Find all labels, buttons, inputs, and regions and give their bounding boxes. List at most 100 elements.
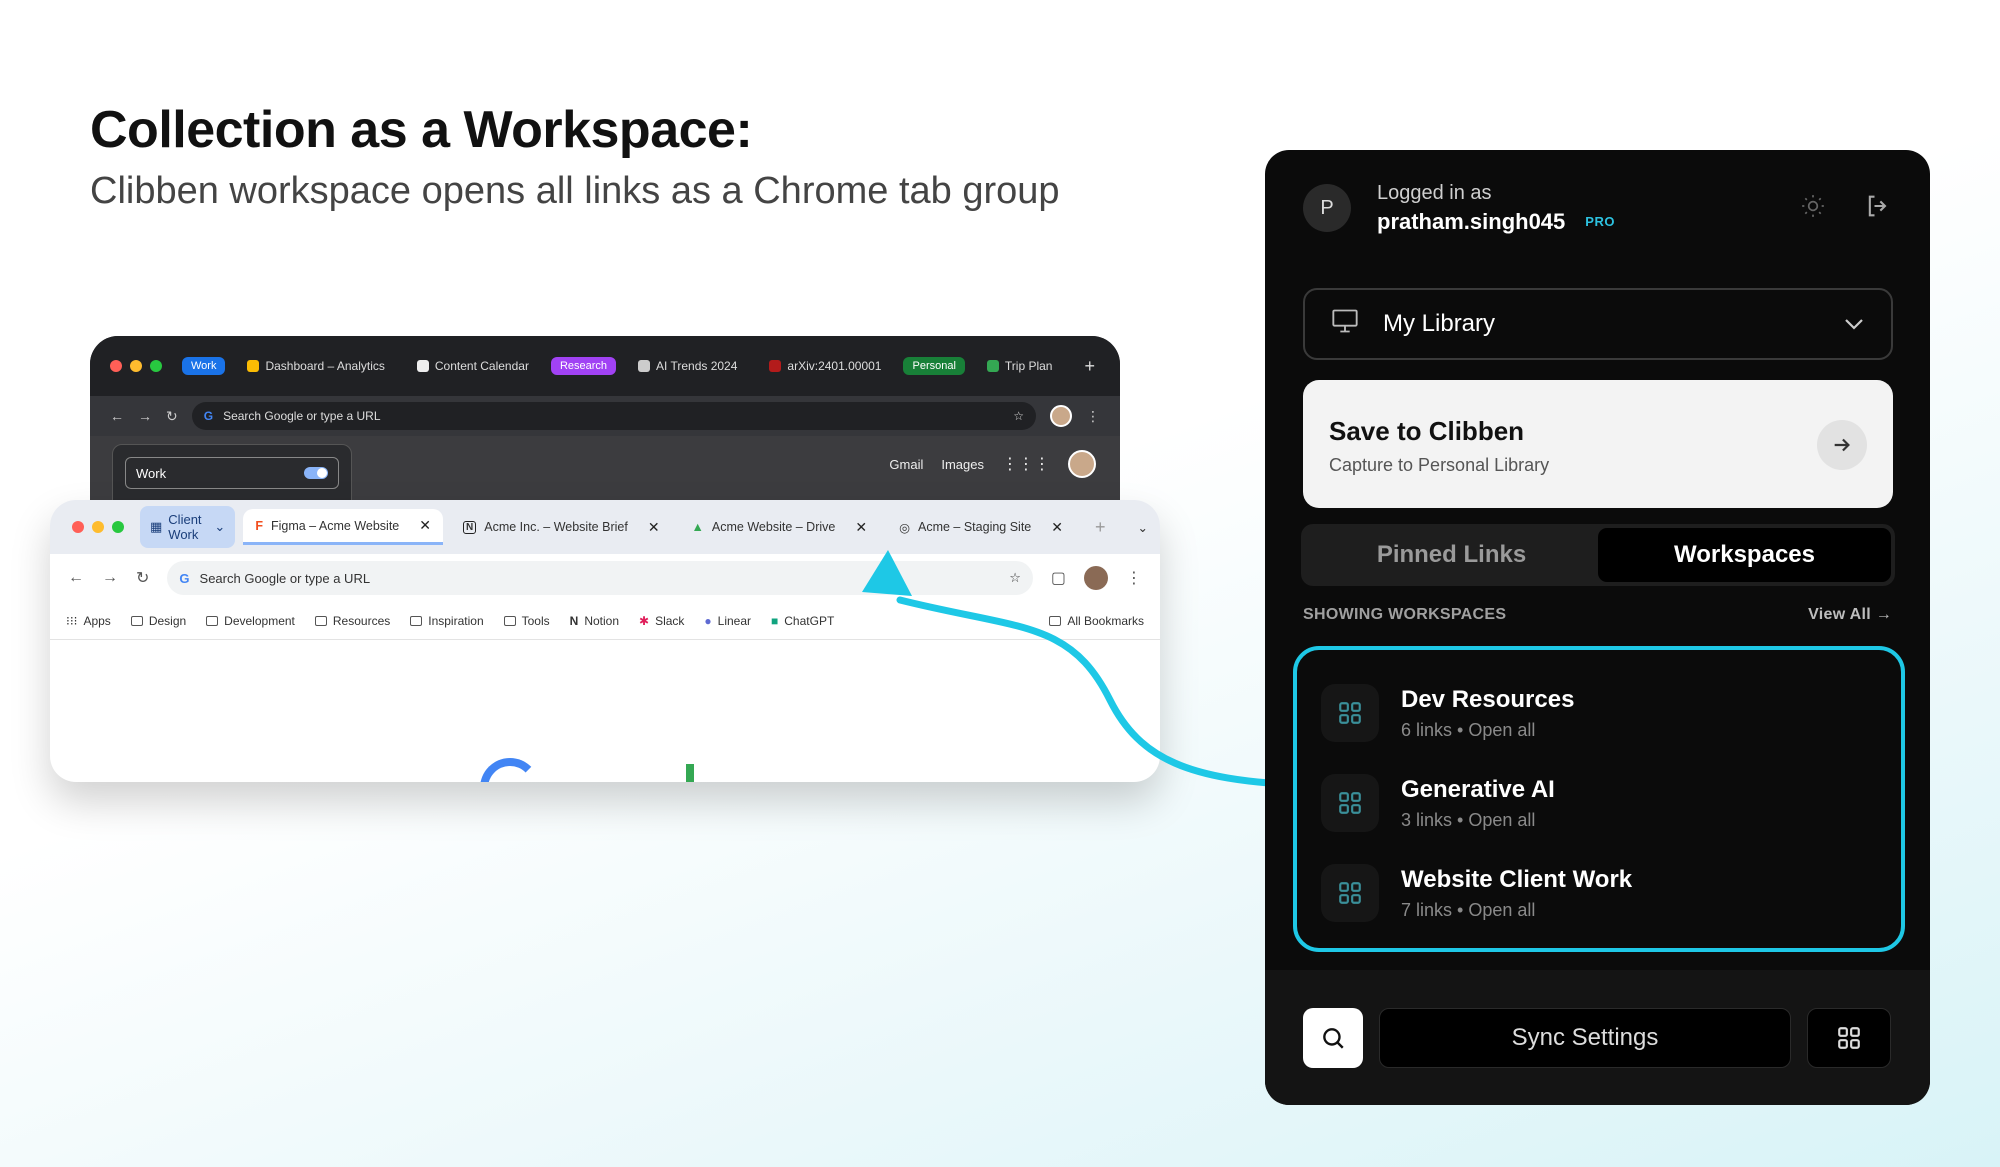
maximize-window-dot[interactable] bbox=[150, 360, 162, 372]
minimize-window-dot[interactable] bbox=[130, 360, 142, 372]
gmail-link[interactable]: Gmail bbox=[889, 457, 923, 472]
tab-group-personal[interactable]: Personal bbox=[903, 357, 965, 375]
workspace-item[interactable]: Dev Resources 6 links • Open all bbox=[1321, 668, 1877, 758]
reload-icon[interactable]: ↻ bbox=[136, 568, 149, 588]
group-name-input[interactable]: Work bbox=[125, 457, 339, 489]
logout-icon[interactable] bbox=[1864, 192, 1892, 225]
reload-icon[interactable]: ↻ bbox=[166, 408, 178, 425]
search-button[interactable] bbox=[1303, 1008, 1363, 1068]
back-address-bar[interactable]: G Search Google or type a URL ☆ bbox=[191, 402, 1036, 430]
tab-acme-staging[interactable]: ◎ Acme – Staging Site ✕ bbox=[887, 511, 1075, 544]
front-browser-window: ▦ Client Work ⌄ F Figma – Acme Website ✕… bbox=[50, 500, 1160, 782]
bookmark-label: Inspiration bbox=[428, 613, 484, 628]
profile-avatar[interactable] bbox=[1084, 566, 1108, 590]
close-tab-icon[interactable]: ✕ bbox=[855, 519, 867, 536]
bookmark-inspiration[interactable]: Inspiration bbox=[410, 613, 484, 628]
bookmark-linear[interactable]: ● Linear bbox=[704, 614, 751, 628]
front-toolbar: ← → ↻ G Search Google or type a URL ☆ ▢ … bbox=[50, 554, 1160, 602]
bookmark-development[interactable]: Development bbox=[206, 614, 295, 628]
globe-icon: ◎ bbox=[899, 520, 910, 535]
sun-icon[interactable] bbox=[1800, 193, 1826, 224]
tab-workspaces[interactable]: Workspaces bbox=[1598, 528, 1891, 582]
forward-icon[interactable]: → bbox=[102, 569, 118, 587]
workspace-name: Website Client Work bbox=[1401, 865, 1633, 893]
profile-avatar[interactable] bbox=[1050, 405, 1072, 427]
apps-button[interactable] bbox=[1807, 1008, 1891, 1068]
close-tab-icon[interactable]: ✕ bbox=[648, 519, 660, 536]
tab-search-chevron-icon[interactable]: ⌄ bbox=[1117, 359, 1120, 373]
save-to-clibben-card[interactable]: Save to Clibben Capture to Personal Libr… bbox=[1303, 380, 1893, 508]
tab-trip-plan[interactable]: Trip Plan bbox=[977, 359, 1063, 373]
tab-label: Acme Inc. – Website Brief bbox=[484, 520, 628, 534]
tab-group-research[interactable]: Research bbox=[550, 357, 617, 375]
window-controls bbox=[72, 521, 124, 533]
workspace-item[interactable]: Generative AI 3 links • Open all bbox=[1321, 758, 1877, 848]
view-segmented-control: Pinned Links Workspaces bbox=[1301, 524, 1895, 586]
close-window-dot[interactable] bbox=[72, 521, 84, 533]
tab-content-calendar[interactable]: Content Calendar bbox=[407, 359, 539, 373]
workspace-meta[interactable]: 6 links • Open all bbox=[1401, 720, 1574, 741]
bookmark-chatgpt[interactable]: ■ ChatGPT bbox=[771, 614, 834, 628]
bookmark-slack[interactable]: ✱ Slack bbox=[639, 614, 684, 628]
bookmark-all[interactable]: All Bookmarks bbox=[1049, 614, 1144, 628]
minimize-window-dot[interactable] bbox=[92, 521, 104, 533]
menu-icon[interactable]: ⋮ bbox=[1126, 568, 1142, 588]
workspace-item[interactable]: Website Client Work 7 links • Open all bbox=[1321, 848, 1877, 938]
tab-figma[interactable]: F Figma – Acme Website ✕ bbox=[243, 509, 443, 545]
bookmark-apps[interactable]: ⁝⁝⁝ Apps bbox=[66, 614, 111, 628]
group-toggle[interactable] bbox=[304, 467, 328, 479]
close-tab-icon[interactable]: ✕ bbox=[1051, 519, 1063, 536]
tab-search-chevron-icon[interactable]: ⌄ bbox=[1126, 512, 1160, 543]
bookmark-notion[interactable]: N Notion bbox=[570, 614, 619, 628]
clibben-panel: P Logged in as pratham.singh045 PRO My L… bbox=[1265, 150, 1930, 1105]
save-title: Save to Clibben bbox=[1329, 416, 1525, 446]
images-link[interactable]: Images bbox=[941, 457, 984, 472]
slack-icon: ✱ bbox=[639, 613, 650, 628]
view-all-link[interactable]: View All → bbox=[1808, 606, 1892, 624]
new-tab-button[interactable]: + bbox=[1074, 356, 1105, 377]
tab-group-work[interactable]: Work bbox=[182, 357, 226, 375]
close-tab-icon[interactable]: ✕ bbox=[419, 517, 431, 534]
back-icon[interactable]: ← bbox=[110, 408, 124, 424]
back-toolbar: ← → ↻ G Search Google or type a URL ☆ ⋮ bbox=[90, 396, 1120, 436]
workspace-meta[interactable]: 3 links • Open all bbox=[1401, 810, 1555, 831]
star-icon[interactable]: ☆ bbox=[1013, 409, 1024, 423]
menu-icon[interactable]: ⋮ bbox=[1086, 408, 1100, 425]
google-icon: G bbox=[179, 570, 190, 586]
workspace-name: Generative AI bbox=[1401, 775, 1555, 803]
close-window-dot[interactable] bbox=[110, 360, 122, 372]
bookmark-design[interactable]: Design bbox=[130, 614, 186, 628]
library-dropdown[interactable]: My Library bbox=[1303, 288, 1893, 360]
bookmark-label: ChatGPT bbox=[784, 613, 835, 628]
tab-ai-trends[interactable]: AI Trends 2024 bbox=[628, 359, 747, 373]
front-address-bar[interactable]: G Search Google or type a URL ☆ bbox=[167, 561, 1033, 595]
bookmark-resources[interactable]: Resources bbox=[314, 614, 390, 628]
google-avatar[interactable] bbox=[1068, 450, 1096, 478]
tab-pinned-links[interactable]: Pinned Links bbox=[1305, 528, 1598, 582]
tab-acme-brief[interactable]: N Acme Inc. – Website Brief ✕ bbox=[451, 511, 672, 544]
new-tab-button[interactable]: + bbox=[1083, 509, 1118, 546]
username-row: pratham.singh045 PRO bbox=[1377, 209, 1615, 235]
workspace-meta[interactable]: 7 links • Open all bbox=[1401, 900, 1632, 921]
forward-icon[interactable]: → bbox=[138, 408, 152, 424]
tab-arxiv[interactable]: arXiv:2401.00001 bbox=[759, 359, 891, 373]
building-icon: ▦ bbox=[150, 519, 163, 534]
folder-icon bbox=[206, 615, 219, 626]
extension-icon[interactable]: ▢ bbox=[1051, 568, 1066, 588]
apps-grid-icon[interactable]: ⋮⋮⋮ bbox=[1002, 454, 1050, 474]
tab-dashboard[interactable]: Dashboard – Analytics bbox=[237, 359, 394, 373]
maximize-window-dot[interactable] bbox=[112, 521, 124, 533]
tab-group-client-work[interactable]: ▦ Client Work ⌄ bbox=[140, 506, 236, 548]
tab-acme-drive[interactable]: ▲ Acme Website – Drive ✕ bbox=[680, 511, 880, 544]
tab-label: AI Trends 2024 bbox=[656, 359, 738, 373]
user-avatar[interactable]: P bbox=[1303, 184, 1351, 232]
star-icon[interactable]: ☆ bbox=[1009, 570, 1021, 586]
bookmark-label: Tools bbox=[521, 613, 550, 628]
back-icon[interactable]: ← bbox=[68, 569, 84, 587]
bookmark-label: Notion bbox=[584, 613, 619, 628]
sync-settings-button[interactable]: Sync Settings bbox=[1379, 1008, 1791, 1068]
arrow-right-icon[interactable] bbox=[1817, 420, 1867, 470]
save-subtitle: Capture to Personal Library bbox=[1329, 455, 1550, 475]
bookmark-tools[interactable]: Tools bbox=[503, 613, 550, 628]
google-icon: G bbox=[203, 409, 214, 423]
